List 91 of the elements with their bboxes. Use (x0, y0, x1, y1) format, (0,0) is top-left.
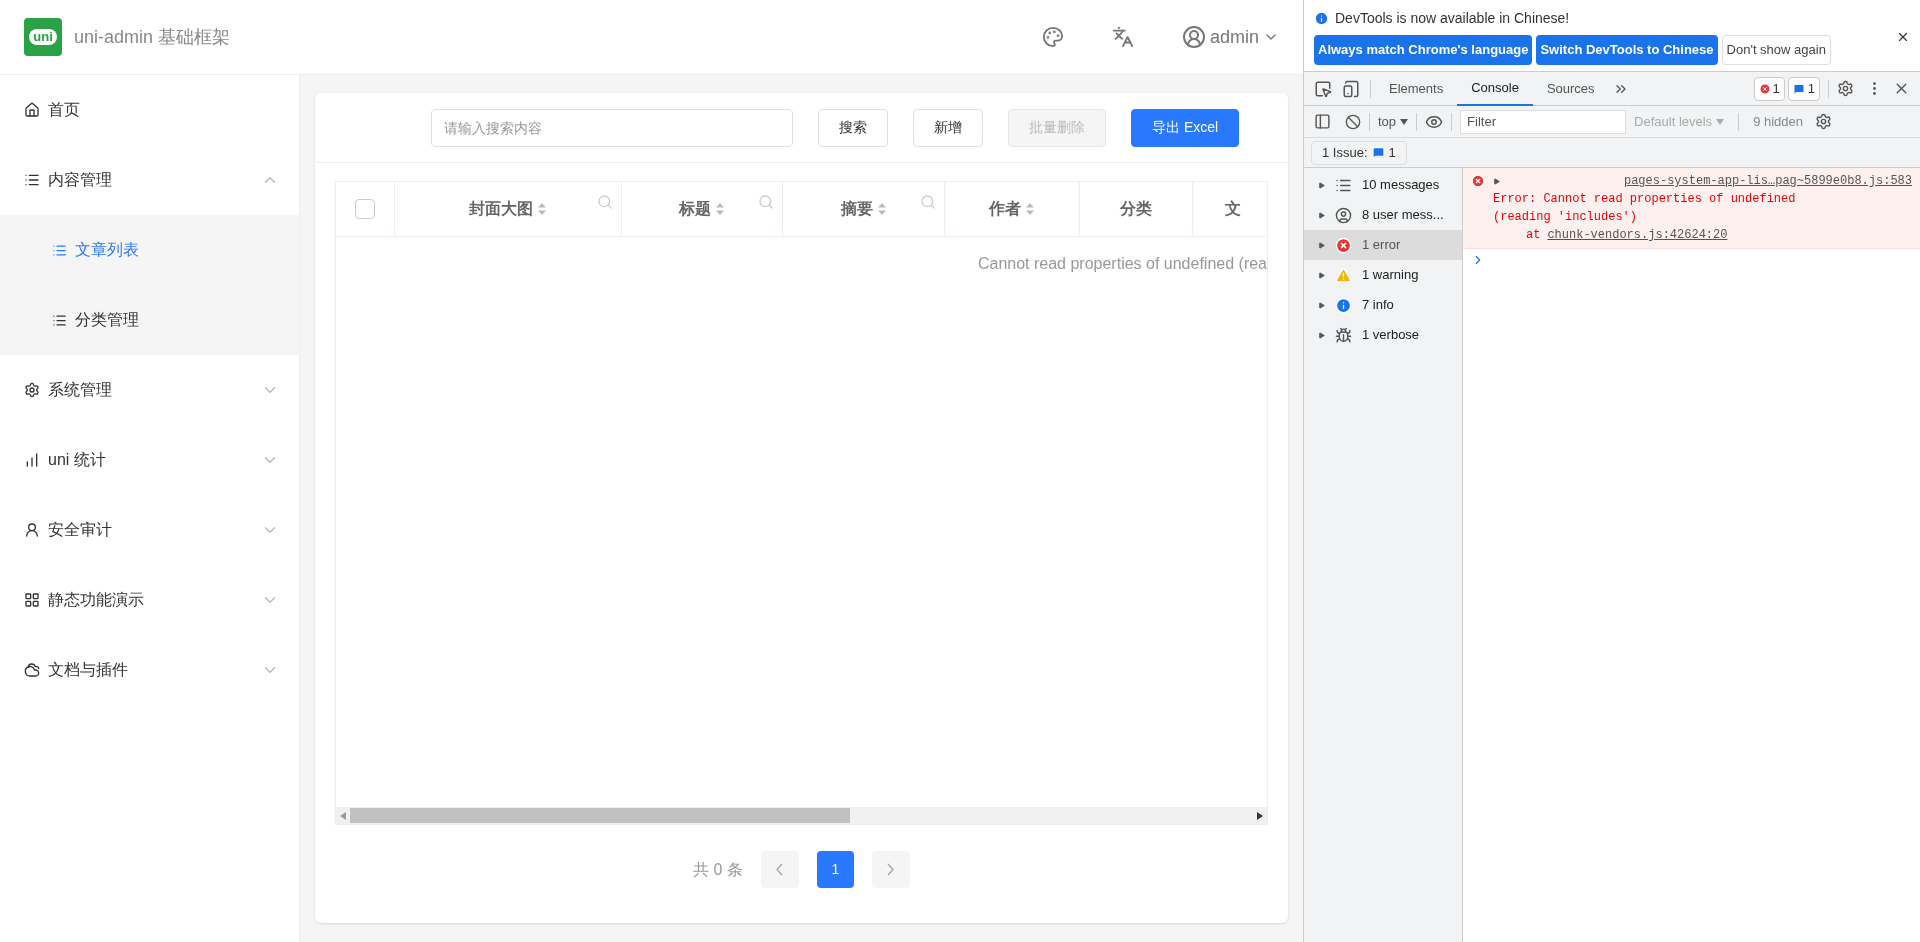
sidebar-item[interactable]: 文档与插件 (0, 635, 299, 705)
user-icon (1335, 206, 1352, 224)
logo: uni (24, 18, 62, 56)
gear-icon (24, 382, 40, 398)
settings-icon[interactable] (1815, 113, 1832, 130)
column-header: 分类 (1080, 182, 1193, 236)
message-icon (1792, 82, 1805, 95)
error-icon (1471, 174, 1485, 188)
page-button[interactable]: 1 (816, 851, 854, 888)
expand-icon (1318, 301, 1325, 309)
translate-icon[interactable] (1111, 26, 1134, 48)
user-icon (24, 522, 40, 538)
user-menu[interactable]: admin (1181, 23, 1279, 51)
issue-count-badge[interactable]: 1 (1787, 76, 1820, 101)
issues-button[interactable]: 1 Issue: 1 (1311, 140, 1407, 165)
select-all-checkbox[interactable] (355, 199, 375, 219)
toolbar-button[interactable]: 导出 Excel (1131, 108, 1240, 147)
clear-console-icon[interactable] (1345, 113, 1361, 130)
toolbar-button[interactable]: 新增 (913, 108, 983, 147)
caret-icon (1400, 118, 1409, 125)
stack-label: at (1526, 227, 1541, 244)
sidebar-item[interactable]: 系统管理 (0, 355, 299, 425)
info-icon (1335, 296, 1352, 314)
message-icon (1371, 146, 1385, 159)
filter-field[interactable]: Filter (1460, 109, 1627, 134)
app-title: uni-admin 基础框架 (74, 25, 231, 49)
expand-icon (1318, 271, 1325, 279)
list-icon (52, 312, 67, 328)
inspect-icon[interactable] (1314, 79, 1332, 98)
expand-icon (1318, 241, 1325, 249)
stack-link[interactable]: chunk-vendors.js:42624:20 (1547, 226, 1728, 244)
sidebar-subitem[interactable]: 文章列表 (0, 215, 299, 285)
toolbar-button[interactable]: 搜索 (818, 108, 888, 147)
console-filter-item[interactable]: 10 messages (1304, 170, 1462, 200)
sidebar-item[interactable]: 内容管理 (0, 145, 299, 215)
device-icon[interactable] (1342, 79, 1360, 98)
console-filter-item[interactable]: 7 info (1304, 290, 1462, 320)
context-selector[interactable]: top (1378, 111, 1409, 132)
source-link[interactable]: pages-system-app-lis…pag~5899e0b8.js:583 (1623, 172, 1912, 190)
cloud-icon (24, 662, 40, 678)
list-icon (52, 242, 67, 258)
sidebar-item[interactable]: 安全审计 (0, 495, 299, 565)
console-filter-item[interactable]: 1 verbose (1304, 320, 1462, 350)
console-filter-item[interactable]: 1 warning (1304, 260, 1462, 290)
expand-icon (1318, 211, 1325, 219)
scroll-left-icon[interactable] (340, 811, 346, 820)
bar-chart-icon (24, 452, 40, 468)
expand-icon (1318, 331, 1325, 339)
caret-icon (1716, 118, 1725, 125)
home-icon (24, 102, 40, 118)
chevron-right-icon (887, 863, 895, 876)
column-header: 封面大图 (395, 182, 622, 236)
horizontal-scrollbar[interactable] (336, 807, 1267, 824)
close-icon[interactable] (1896, 30, 1910, 44)
console-filter-item[interactable]: 1 error (1304, 230, 1462, 260)
banner-button[interactable]: Don't show again (1721, 35, 1831, 65)
column-header: 标题 (622, 182, 783, 236)
empty-message: Cannot read properties of undefined (rea (977, 254, 1267, 274)
expand-icon[interactable] (1493, 177, 1500, 185)
sidebar-item[interactable]: 首页 (0, 75, 299, 145)
chevron-left-icon (776, 863, 784, 876)
total-count: 共 0 条 (693, 859, 743, 880)
sidebar-toggle-icon[interactable] (1314, 113, 1331, 130)
sidebar-item[interactable]: uni 统计 (0, 425, 299, 495)
devtools-tab[interactable]: Sources (1532, 71, 1609, 106)
warning-icon (1335, 266, 1352, 284)
banner-message: DevTools is now available in Chinese! (1335, 9, 1570, 28)
scroll-right-icon[interactable] (1257, 811, 1263, 820)
expand-icon (1318, 181, 1325, 189)
grid-icon (24, 592, 40, 608)
settings-icon[interactable] (1837, 80, 1854, 97)
sidebar-item[interactable]: 静态功能演示 (0, 565, 299, 635)
error-icon (1758, 82, 1771, 95)
search-field[interactable]: 请输入搜索内容 (431, 108, 793, 147)
info-icon (1314, 11, 1329, 26)
hidden-count: 9 hidden (1753, 112, 1803, 131)
sidebar-subitem[interactable]: 分类管理 (0, 285, 299, 355)
list-icon (24, 172, 40, 188)
error-text: Error: Cannot read properties of undefined (reading 'includes') (1493, 191, 1797, 226)
error-count-badge[interactable]: 1 (1753, 76, 1785, 101)
devtools-tab[interactable]: Elements (1375, 71, 1458, 106)
column-header: 摘要 (783, 182, 945, 236)
bug-icon (1335, 326, 1352, 344)
palette-icon[interactable] (1041, 26, 1064, 48)
avatar-icon (1181, 25, 1206, 49)
error-icon (1335, 236, 1352, 254)
banner-button[interactable]: Always match Chrome's language (1314, 35, 1533, 65)
column-header: 作者 (945, 182, 1080, 236)
console-filter-item[interactable]: 8 user mess... (1304, 200, 1462, 230)
column-header: 文 (1193, 182, 1267, 236)
banner-button[interactable]: Switch DevTools to Chinese (1536, 35, 1718, 65)
